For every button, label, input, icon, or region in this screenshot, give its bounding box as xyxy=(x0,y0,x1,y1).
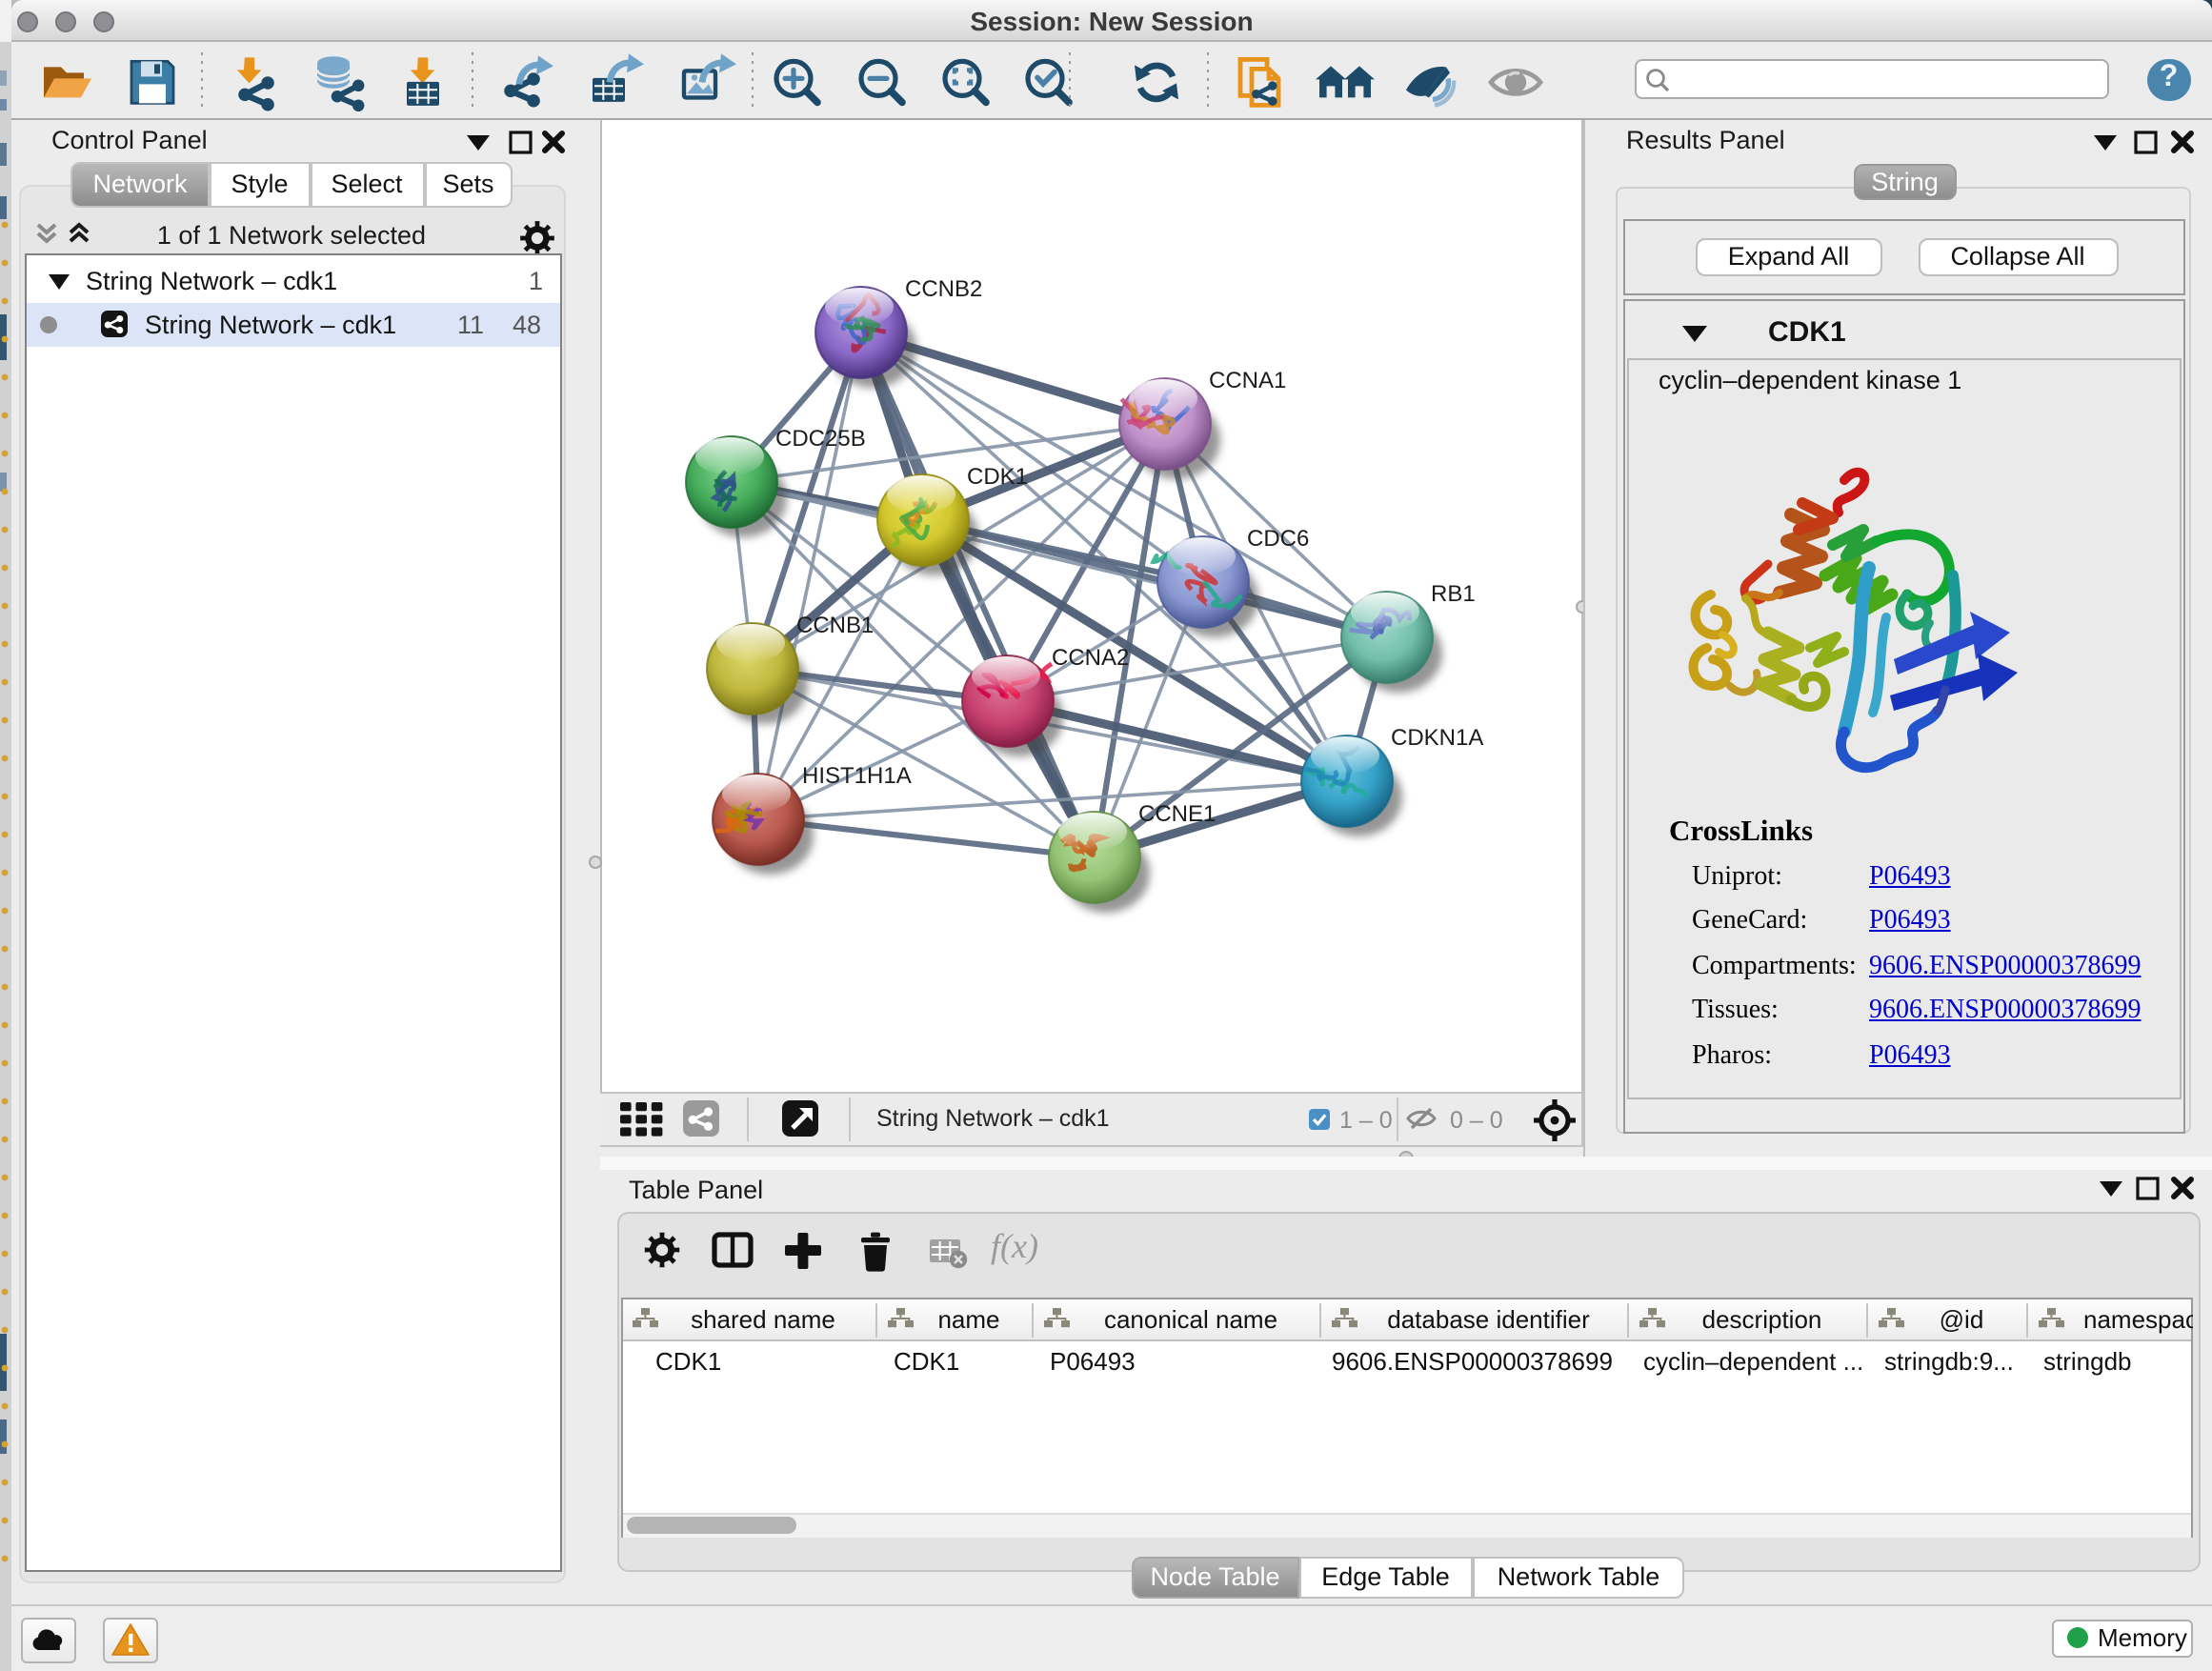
svg-text:CCNA1: CCNA1 xyxy=(1209,367,1286,393)
svg-text:CCNA2: CCNA2 xyxy=(1052,644,1129,670)
svg-text:RB1: RB1 xyxy=(1431,580,1476,606)
svg-text:CDK1: CDK1 xyxy=(967,463,1028,489)
svg-text:CDKN1A: CDKN1A xyxy=(1391,724,1483,750)
svg-text:CCNE1: CCNE1 xyxy=(1138,800,1216,826)
svg-text:CDC25B: CDC25B xyxy=(775,425,866,451)
svg-text:CCNB1: CCNB1 xyxy=(796,612,874,637)
svg-text:HIST1H1A: HIST1H1A xyxy=(802,762,912,788)
svg-text:CDC6: CDC6 xyxy=(1247,525,1309,551)
svg-text:CCNB2: CCNB2 xyxy=(905,275,982,301)
